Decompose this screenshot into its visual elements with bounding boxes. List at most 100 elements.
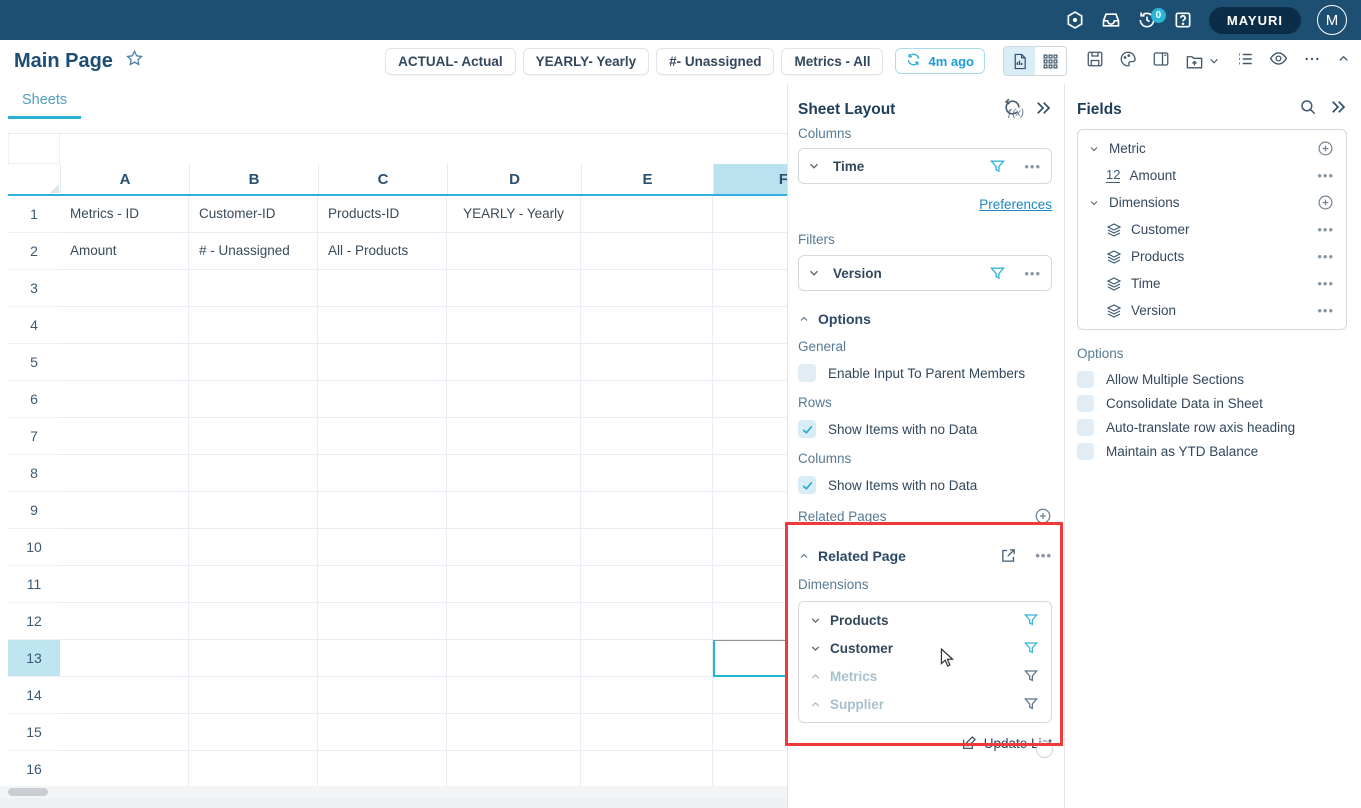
- settings-hexagon-icon[interactable]: [1065, 10, 1085, 30]
- cell-A10[interactable]: [60, 529, 189, 566]
- column-header-B[interactable]: B: [189, 164, 318, 194]
- cell-E14[interactable]: [581, 677, 713, 714]
- cell-E8[interactable]: [581, 455, 713, 492]
- cell-A1[interactable]: Metrics - ID: [60, 196, 189, 233]
- cell-A6[interactable]: [60, 381, 189, 418]
- cell-C7[interactable]: [318, 418, 447, 455]
- cell-A16[interactable]: [60, 751, 189, 788]
- cell-E15[interactable]: [581, 714, 713, 751]
- cell-B9[interactable]: [189, 492, 318, 529]
- cell-C2[interactable]: All - Products: [318, 233, 447, 270]
- row-header-10[interactable]: 10: [8, 529, 60, 566]
- cell-C13[interactable]: [318, 640, 447, 677]
- cell-B5[interactable]: [189, 344, 318, 381]
- cell-A12[interactable]: [60, 603, 189, 640]
- add-metric-icon[interactable]: [1317, 140, 1334, 157]
- horizontal-scrollbar[interactable]: [0, 786, 787, 798]
- field-more-icon[interactable]: •••: [1317, 276, 1334, 291]
- row-header-4[interactable]: 4: [8, 307, 60, 344]
- cell-D3[interactable]: [447, 270, 581, 307]
- row-header-1[interactable]: 1: [8, 196, 60, 233]
- cell-B3[interactable]: [189, 270, 318, 307]
- cell-E6[interactable]: [581, 381, 713, 418]
- cell-C14[interactable]: [318, 677, 447, 714]
- time-more-icon[interactable]: •••: [1024, 159, 1041, 174]
- add-dimension-icon[interactable]: [1317, 194, 1334, 211]
- scrollbar-thumb[interactable]: [8, 788, 48, 796]
- cell-A3[interactable]: [60, 270, 189, 307]
- formula-fx-label[interactable]: ƒ(x): [1007, 108, 1024, 119]
- cell-C5[interactable]: [318, 344, 447, 381]
- preview-eye-icon[interactable]: [1269, 49, 1288, 73]
- avatar[interactable]: M: [1317, 5, 1347, 35]
- dimension-row-products[interactable]: Products: [799, 606, 1051, 634]
- row-header-12[interactable]: 12: [8, 603, 60, 640]
- row-header-3[interactable]: 3: [8, 270, 60, 307]
- columns-time-field[interactable]: Time •••: [798, 148, 1052, 184]
- cell-B15[interactable]: [189, 714, 318, 751]
- cell-E5[interactable]: [581, 344, 713, 381]
- cell-B8[interactable]: [189, 455, 318, 492]
- row-header-9[interactable]: 9: [8, 492, 60, 529]
- option-consolidate-data[interactable]: Consolidate Data in Sheet: [1077, 395, 1347, 412]
- publish-button[interactable]: [1185, 52, 1221, 71]
- cell-E4[interactable]: [581, 307, 713, 344]
- row-header-5[interactable]: 5: [8, 344, 60, 381]
- row-header-15[interactable]: 15: [8, 714, 60, 751]
- checkbox-unchecked[interactable]: [1077, 419, 1094, 436]
- cell-B11[interactable]: [189, 566, 318, 603]
- row-header-7[interactable]: 7: [8, 418, 60, 455]
- edit-icon[interactable]: [961, 735, 977, 751]
- cols-show-items-option[interactable]: Show Items with no Data: [798, 476, 1052, 494]
- cell-A13[interactable]: [60, 640, 189, 677]
- enable-input-option[interactable]: Enable Input To Parent Members: [798, 364, 1052, 382]
- cell-C8[interactable]: [318, 455, 447, 492]
- filters-version-field[interactable]: Version •••: [798, 255, 1052, 291]
- cell-D8[interactable]: [447, 455, 581, 492]
- related-page-header[interactable]: Related Page •••: [798, 547, 1052, 564]
- field-amount[interactable]: 12 Amount •••: [1078, 162, 1346, 189]
- column-header-A[interactable]: A: [60, 164, 189, 194]
- row-header-14[interactable]: 14: [8, 677, 60, 714]
- cell-A4[interactable]: [60, 307, 189, 344]
- cell-B6[interactable]: [189, 381, 318, 418]
- filter-icon[interactable]: [1023, 640, 1039, 656]
- save-icon[interactable]: [1086, 50, 1104, 73]
- chip-metrics[interactable]: Metrics - All: [781, 48, 883, 75]
- column-header-C[interactable]: C: [318, 164, 447, 194]
- tab-sheets[interactable]: Sheets: [8, 88, 81, 119]
- filter-icon[interactable]: [1023, 668, 1039, 684]
- cell-D11[interactable]: [447, 566, 581, 603]
- checkbox-unchecked[interactable]: [1077, 371, 1094, 388]
- cell-C9[interactable]: [318, 492, 447, 529]
- cell-D14[interactable]: [447, 677, 581, 714]
- cell-E7[interactable]: [581, 418, 713, 455]
- field-time[interactable]: Time •••: [1078, 270, 1346, 297]
- checkbox-unchecked[interactable]: [1077, 443, 1094, 460]
- cell-E3[interactable]: [581, 270, 713, 307]
- cell-C15[interactable]: [318, 714, 447, 751]
- cell-C12[interactable]: [318, 603, 447, 640]
- cell-B14[interactable]: [189, 677, 318, 714]
- cell-A14[interactable]: [60, 677, 189, 714]
- checkbox-unchecked[interactable]: [1077, 395, 1094, 412]
- metric-group-row[interactable]: Metric: [1078, 135, 1346, 162]
- version-more-icon[interactable]: •••: [1024, 266, 1041, 281]
- row-header-16[interactable]: 16: [8, 751, 60, 788]
- cell-E12[interactable]: [581, 603, 713, 640]
- cell-A5[interactable]: [60, 344, 189, 381]
- column-header-E[interactable]: E: [581, 164, 713, 194]
- cell-B12[interactable]: [189, 603, 318, 640]
- chip-time[interactable]: YEARLY- Yearly: [523, 48, 650, 75]
- cell-C4[interactable]: [318, 307, 447, 344]
- option-allow-multiple-sections[interactable]: Allow Multiple Sections: [1077, 371, 1347, 388]
- cell-B2[interactable]: # - Unassigned: [189, 233, 318, 270]
- cell-D6[interactable]: [447, 381, 581, 418]
- preferences-link[interactable]: Preferences: [979, 197, 1052, 212]
- palette-icon[interactable]: [1119, 50, 1137, 73]
- checkbox-checked[interactable]: [798, 476, 816, 494]
- cell-E9[interactable]: [581, 492, 713, 529]
- field-more-icon[interactable]: •••: [1317, 222, 1334, 237]
- filter-icon[interactable]: [1023, 612, 1039, 628]
- dimension-row-metrics[interactable]: Metrics: [799, 662, 1051, 690]
